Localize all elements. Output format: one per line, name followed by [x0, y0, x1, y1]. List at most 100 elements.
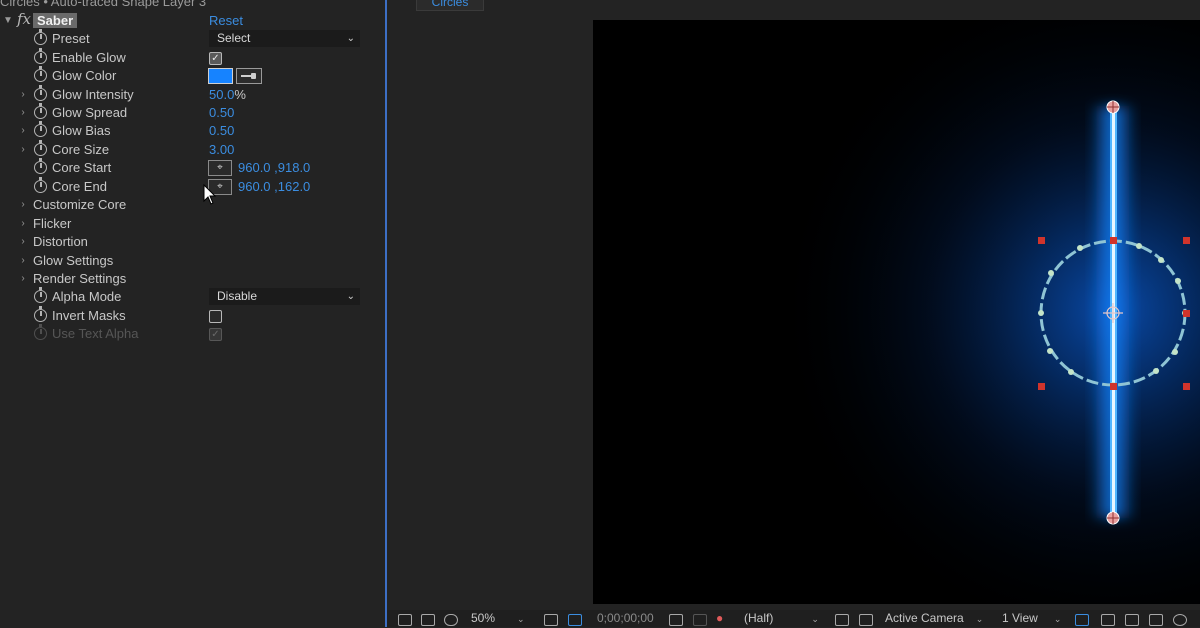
property-label: Use Text Alpha — [52, 326, 139, 341]
core-size-value[interactable]: 3.00 — [209, 141, 234, 159]
panel-header-title: Circles • Auto-traced Shape Layer 3 — [0, 0, 207, 9]
mask-path-icon[interactable] — [568, 614, 582, 626]
property-row-glow-bias: › Glow Bias 0.50 — [0, 121, 368, 140]
twirl-closed-icon[interactable]: › — [18, 233, 28, 251]
zoom-value: 50% — [471, 611, 496, 625]
views-dropdown[interactable]: 1 View ⌄ — [1002, 610, 1061, 628]
property-label: Alpha Mode — [52, 289, 122, 304]
glow-spread-value[interactable]: 0.50 — [209, 104, 234, 122]
eyedropper-icon[interactable] — [236, 68, 262, 84]
stopwatch-icon[interactable] — [34, 29, 47, 45]
invert-masks-checkbox[interactable] — [209, 310, 222, 323]
settings-icon[interactable] — [1173, 614, 1187, 626]
always-preview-icon[interactable] — [398, 614, 412, 626]
property-row-core-end: Core End ⌖ 960.0 ,162.0 — [0, 177, 368, 196]
alpha-mode-dropdown[interactable]: Disable ⌄ — [209, 288, 360, 305]
timeline-icon[interactable] — [1125, 614, 1139, 626]
effect-controls-panel: Circles • Auto-traced Shape Layer 3 ▼ fx… — [0, 0, 385, 627]
twirl-closed-icon[interactable]: › — [18, 104, 28, 122]
stopwatch-icon[interactable] — [34, 140, 47, 156]
twirl-closed-icon[interactable]: › — [18, 86, 28, 104]
twirl-closed-icon[interactable]: › — [18, 215, 28, 233]
value-number[interactable]: 50.0 — [209, 87, 234, 102]
glow-bias-value[interactable]: 0.50 — [209, 122, 234, 140]
property-row-enable-glow: Enable Glow ✓ — [0, 48, 368, 67]
property-row-preset: Preset Select ⌄ — [0, 29, 368, 48]
group-row-render-settings[interactable]: › Render Settings — [0, 270, 368, 288]
chevron-down-icon: ⌄ — [346, 33, 355, 44]
reset-link[interactable]: Reset — [209, 12, 243, 30]
camera-snapshot-icon[interactable] — [669, 614, 683, 626]
core-start-value[interactable]: 960.0 ,918.0 — [238, 159, 310, 177]
stopwatch-icon[interactable] — [34, 287, 47, 303]
timecode-display[interactable]: 0;00;00;00 — [597, 610, 654, 627]
group-row-distortion[interactable]: › Distortion — [0, 233, 368, 251]
group-label: Customize Core — [33, 197, 127, 212]
monitor-icon[interactable] — [421, 614, 435, 626]
property-row-use-text-alpha: Use Text Alpha ✓ — [0, 324, 368, 343]
twirl-closed-icon[interactable]: › — [18, 196, 28, 214]
fast-previews-icon[interactable] — [1101, 614, 1115, 626]
use-text-alpha-checkbox: ✓ — [209, 328, 222, 341]
stopwatch-icon[interactable] — [34, 158, 47, 174]
chevron-down-icon: ⌄ — [1053, 614, 1062, 624]
stopwatch-icon[interactable] — [34, 177, 47, 193]
glow-color-swatch[interactable] — [208, 68, 233, 84]
chevron-down-icon: ⌄ — [975, 614, 984, 624]
camera-value: Active Camera — [885, 611, 964, 625]
fx-toggle-icon[interactable]: fx — [17, 10, 31, 28]
effect-header-row[interactable]: ▼ fx Saber Reset — [0, 10, 368, 30]
flowchart-icon[interactable] — [1149, 614, 1163, 626]
core-end-point-icon[interactable] — [1106, 100, 1120, 114]
chevron-down-icon: ⌄ — [517, 614, 525, 624]
composition-canvas[interactable] — [593, 20, 1200, 604]
show-snapshot-icon[interactable] — [693, 614, 707, 626]
group-label: Glow Settings — [33, 253, 114, 268]
mask-visibility-icon[interactable] — [444, 614, 458, 626]
crosshair-point-icon[interactable]: ⌖ — [208, 160, 232, 176]
resolution-value: (Half) — [744, 611, 774, 625]
property-label: Glow Bias — [52, 123, 111, 138]
core-start-point-icon[interactable] — [1106, 511, 1120, 525]
value-unit: % — [234, 87, 246, 102]
twirl-closed-icon[interactable]: › — [18, 252, 28, 270]
stopwatch-icon[interactable] — [34, 306, 47, 322]
property-label: Glow Color — [52, 68, 117, 83]
grid-guides-icon[interactable] — [544, 614, 558, 626]
composition-viewer: Circles — [387, 0, 1200, 627]
channel-rgb-icon[interactable]: ● — [716, 610, 723, 627]
group-row-flicker[interactable]: › Flicker — [0, 215, 368, 233]
stopwatch-icon[interactable] — [34, 121, 47, 137]
property-row-glow-intensity: › Glow Intensity 50.0% — [0, 85, 368, 104]
effect-name[interactable]: Saber — [33, 13, 78, 28]
core-end-value[interactable]: 960.0 ,162.0 — [238, 178, 310, 196]
group-row-glow-settings[interactable]: › Glow Settings — [0, 252, 368, 270]
property-label: Enable Glow — [52, 50, 126, 65]
tab-composition[interactable]: Circles — [416, 0, 484, 11]
property-row-core-start: Core Start ⌖ 960.0 ,918.0 — [0, 158, 368, 177]
stopwatch-icon[interactable] — [34, 48, 47, 64]
property-label: Invert Masks — [52, 308, 126, 323]
stopwatch-icon[interactable] — [34, 66, 47, 82]
glow-intensity-value[interactable]: 50.0% — [209, 86, 246, 104]
resolution-dropdown[interactable]: (Half) ⌄ — [744, 610, 819, 628]
preset-dropdown[interactable]: Select ⌄ — [209, 30, 360, 47]
property-label: Core Start — [52, 160, 112, 175]
region-of-interest-icon[interactable] — [835, 614, 849, 626]
stopwatch-icon[interactable] — [34, 85, 47, 101]
transparency-grid-icon[interactable] — [859, 614, 873, 626]
property-row-glow-spread: › Glow Spread 0.50 — [0, 103, 368, 122]
stopwatch-icon[interactable] — [34, 103, 47, 119]
camera-dropdown[interactable]: Active Camera ⌄ — [885, 610, 983, 628]
twirl-closed-icon[interactable]: › — [18, 270, 28, 288]
toggle-pixel-aspect-icon[interactable] — [1075, 614, 1089, 626]
twirl-closed-icon[interactable]: › — [18, 141, 28, 159]
twirl-closed-icon[interactable]: › — [18, 122, 28, 140]
enable-glow-checkbox[interactable]: ✓ — [209, 52, 222, 65]
property-row-glow-color: Glow Color — [0, 66, 368, 85]
zoom-dropdown[interactable]: 50% ⌄ — [471, 610, 525, 628]
property-row-core-size: › Core Size 3.00 — [0, 140, 368, 159]
twirl-open-icon[interactable]: ▼ — [3, 12, 13, 30]
group-row-customize-core[interactable]: › Customize Core — [0, 196, 368, 214]
property-label: Core Size — [52, 142, 110, 157]
